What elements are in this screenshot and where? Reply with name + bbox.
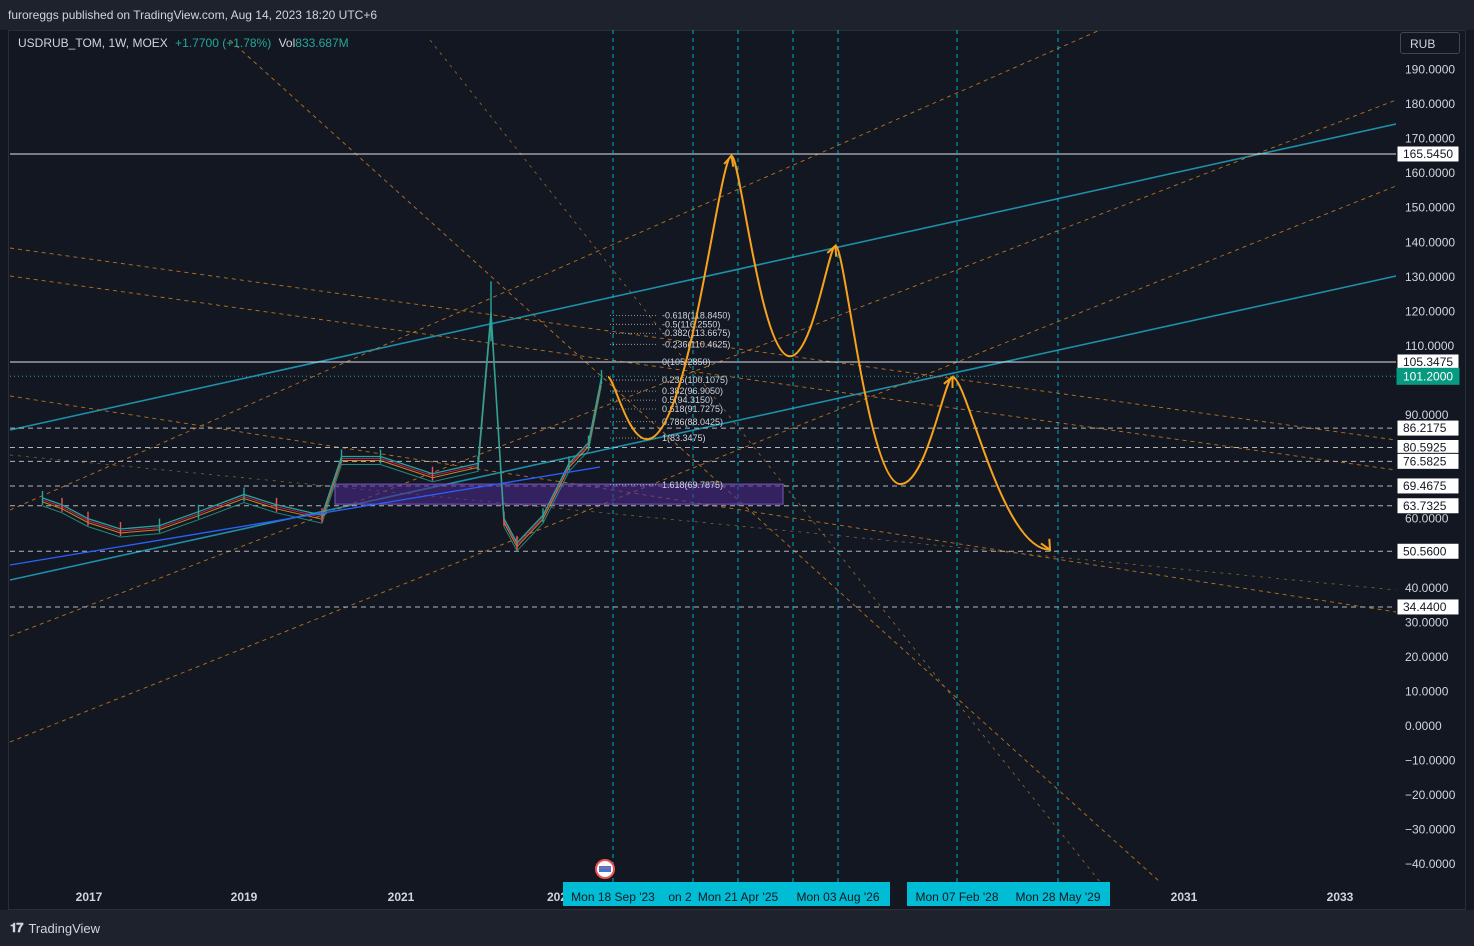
y-axis-tick-label: 110.0000 <box>1405 339 1454 353</box>
tradingview-logo[interactable]: 𝟏𝟕 TradingView <box>10 920 100 936</box>
y-axis-tick-label: 130.0000 <box>1405 270 1455 284</box>
fib-level-label: 0.786(88.0425) <box>662 417 723 427</box>
price-level-label: 105.3475 <box>1403 355 1453 369</box>
date-marker-label: Mon 28 May '29 <box>1015 890 1100 904</box>
currency-button[interactable]: RUB <box>1400 32 1460 54</box>
fib-level-label: 1(83.3475) <box>662 433 706 443</box>
y-axis-tick-label: −40.0000 <box>1405 857 1456 871</box>
y-axis-tick-label: −10.0000 <box>1405 754 1456 768</box>
y-axis-tick-label: 180.0000 <box>1405 97 1455 111</box>
chart-canvas[interactable]: -0.618(118.8450)-0.5(116.2550)-0.382(113… <box>0 0 1474 946</box>
y-axis-tick-label: 20.0000 <box>1405 650 1449 664</box>
trend-line <box>429 39 1101 883</box>
y-axis-tick-label: 170.0000 <box>1405 132 1455 146</box>
tradingview-logo-icon: 𝟏𝟕 <box>10 920 24 935</box>
y-axis-tick-label: 0.0000 <box>1405 719 1442 733</box>
us-flag-event-icon <box>599 866 611 872</box>
x-axis-tick-label: 2033 <box>1327 890 1354 904</box>
x-axis-tick-label: 2031 <box>1171 890 1198 904</box>
trend-line <box>9 185 1397 743</box>
symbol-name[interactable]: USDRUB_TOM, 1W, MOEX <box>18 36 168 50</box>
volume-value: 833.687M <box>295 36 349 50</box>
y-axis-tick-label: 140.0000 <box>1405 235 1455 249</box>
y-axis-tick-label: 10.0000 <box>1405 684 1449 698</box>
date-marker-label: Mon 07 Feb '28 <box>915 890 998 904</box>
date-marker-label: Mon 18 Sep '23 <box>571 890 655 904</box>
y-axis-tick-label: 30.0000 <box>1405 615 1449 629</box>
y-axis-tick-label: 150.0000 <box>1405 201 1455 215</box>
trend-line <box>9 454 1397 591</box>
fib-level-label: 0.236(100.1075) <box>662 375 728 385</box>
trend-line <box>9 466 601 566</box>
price-level-label: 101.2000 <box>1403 369 1453 383</box>
price-level-label: 165.5450 <box>1403 147 1453 161</box>
price-level-label: 80.5925 <box>1403 441 1447 455</box>
x-axis-tick-label: 2019 <box>231 890 258 904</box>
y-axis-tick-label: 160.0000 <box>1405 166 1455 180</box>
x-axis-tick-label: 2017 <box>76 890 103 904</box>
date-marker-label: Mon 21 Apr '25 <box>698 890 779 904</box>
date-marker-label: on 2 <box>668 890 692 904</box>
y-axis-tick-label: 120.0000 <box>1405 304 1455 318</box>
price-level-label: 86.2175 <box>1403 421 1447 435</box>
x-axis-tick-label: 2021 <box>388 890 415 904</box>
tradingview-brand: TradingView <box>28 920 101 936</box>
trend-line <box>9 99 1397 637</box>
fib-level-label: -0.236(110.4625) <box>662 339 730 349</box>
y-axis-tick-label: −20.0000 <box>1405 788 1456 802</box>
price-line <box>42 311 603 544</box>
y-axis-tick-label: 190.0000 <box>1405 63 1455 77</box>
price-level-label: 76.5825 <box>1403 454 1447 468</box>
fib-level-label: -0.382(113.6675) <box>662 328 730 338</box>
y-axis-tick-label: 40.0000 <box>1405 581 1449 595</box>
footer-bar <box>0 910 1474 946</box>
fib-level-label: 1.618(69.7875) <box>662 480 723 490</box>
y-axis-tick-label: −30.0000 <box>1405 823 1456 837</box>
symbol-legend: USDRUB_TOM, 1W, MOEX +1.7700 (+1.78%) Vo… <box>18 36 353 50</box>
date-marker-label: Mon 03 Aug '26 <box>796 890 879 904</box>
price-level-label: 69.4675 <box>1403 479 1447 493</box>
trend-line <box>9 29 1101 511</box>
price-level-label: 50.5600 <box>1403 544 1447 558</box>
price-level-label: 34.4400 <box>1403 600 1447 614</box>
price-change: +1.7700 (+1.78%) <box>175 36 272 50</box>
volume-label: Vol <box>278 36 296 50</box>
price-level-label: 63.7325 <box>1403 499 1447 513</box>
